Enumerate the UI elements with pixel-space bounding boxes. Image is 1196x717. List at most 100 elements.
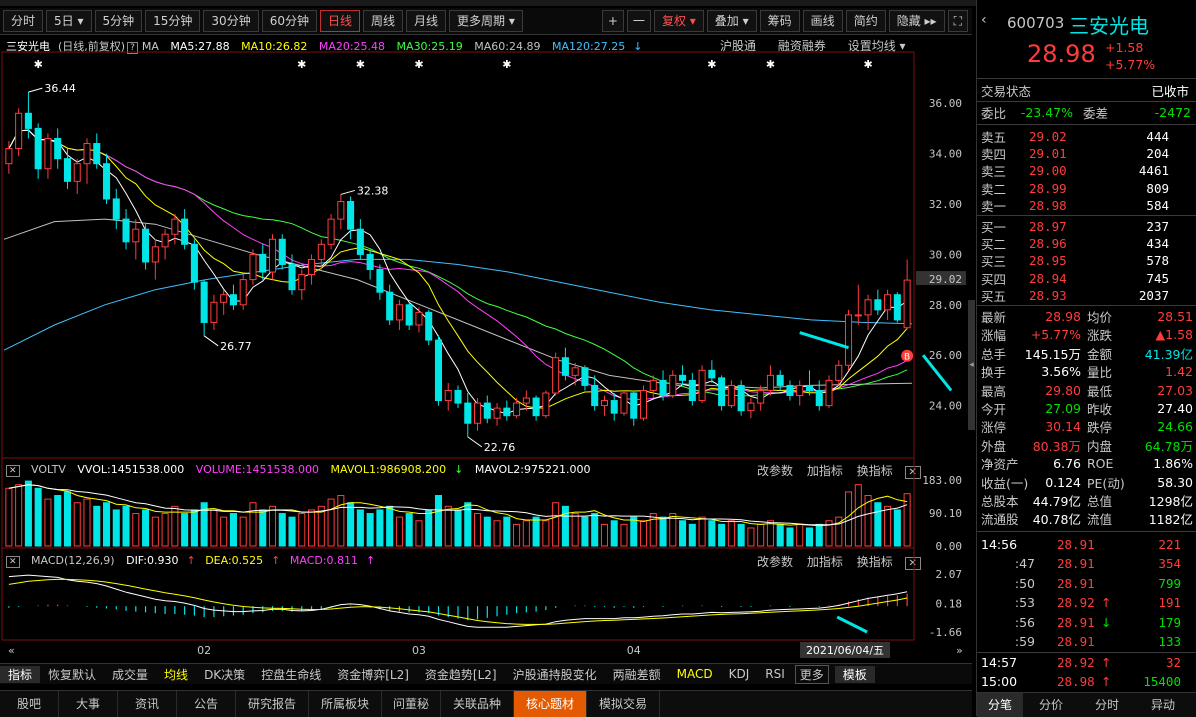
indicator-tab-restore[interactable]: 恢复默认 [40, 666, 104, 683]
stat-label: 总股本 [981, 494, 1019, 509]
extreme-price-label: 32.38 [357, 184, 389, 197]
indicator-tab-rsi[interactable]: RSI [757, 667, 793, 681]
volume-bar [229, 513, 237, 547]
hide-button[interactable]: 隐藏 ▸▸ [888, 10, 945, 32]
indicator-tab-ma[interactable]: 均线 [156, 666, 196, 683]
indicator-tab-kdj[interactable]: KDJ [721, 667, 758, 681]
period-5min[interactable]: 5分钟 [94, 10, 143, 32]
volume-bar [15, 484, 23, 547]
volume-bar [210, 509, 218, 547]
bottom-tab-ask-secretary[interactable]: 问董秘 [382, 691, 441, 717]
candle-body [718, 377, 726, 407]
bid-row[interactable]: 买五 28.93 2037 [981, 287, 1193, 304]
tab-fenbi[interactable]: 分笔 [977, 693, 1023, 717]
period-60min[interactable]: 60分钟 [261, 10, 317, 32]
period-15min[interactable]: 15分钟 [145, 10, 201, 32]
volume-bar [395, 516, 403, 547]
bottom-tab-events[interactable]: 大事 [59, 691, 118, 717]
fullscreen-icon[interactable]: ⛶ [947, 10, 968, 32]
candle-body [688, 379, 696, 402]
hide-label: 隐藏 [896, 14, 921, 28]
bottom-tab-research[interactable]: 研究报告 [236, 691, 309, 717]
indicator-tab-dk[interactable]: DK决策 [196, 666, 253, 683]
period-5day[interactable]: 5日 ▾ [46, 10, 92, 32]
draw-line-button[interactable]: 画线 [802, 10, 843, 32]
divider [977, 215, 1196, 216]
ask-row[interactable]: 卖五 29.02 444 [981, 128, 1193, 145]
candle-body [44, 137, 52, 170]
volume-bar [513, 523, 521, 547]
bottom-tab-bar: 股吧 大事 资讯 公告 研究报告 所属板块 问董秘 关联品种 核心题材 模拟交易 [0, 690, 972, 717]
more-periods-dropdown[interactable]: 更多周期 ▾ [449, 10, 523, 32]
volume-bar [747, 527, 755, 547]
bottom-tab-sim-trade[interactable]: 模拟交易 [587, 691, 660, 717]
tab-yidong[interactable]: 异动 [1135, 693, 1191, 717]
chip-button[interactable]: 筹码 [759, 10, 800, 32]
ask-row[interactable]: 卖一 28.98 584 [981, 197, 1193, 214]
volume-bar [298, 513, 306, 547]
candle-body [591, 384, 599, 407]
bottom-tab-guba[interactable]: 股吧 [0, 691, 59, 717]
stat-label: 最新 [981, 310, 1007, 325]
period-daily[interactable]: 日线 [319, 10, 360, 32]
bottom-tab-related[interactable]: 关联品种 [441, 691, 514, 717]
tick-time: 15:00 [981, 674, 1018, 690]
zoom-in-button[interactable]: + [601, 10, 624, 32]
chart-toolbar: 分时 5日 ▾ 5分钟 15分钟 30分钟 60分钟 日线 周线 月线 更多周期… [0, 8, 972, 35]
stat-row: 净资产 6.76 ROE 1.86% [981, 455, 1193, 472]
period-30min[interactable]: 30分钟 [203, 10, 259, 32]
candle-body [376, 269, 384, 293]
ask-row[interactable]: 卖四 29.01 204 [981, 145, 1193, 162]
panel-back-icon[interactable]: ‹ [981, 12, 995, 32]
volume-bar [73, 502, 81, 547]
tick-time: 14:56 [981, 537, 1018, 552]
indicator-tab-macd[interactable]: MACD [669, 667, 721, 681]
indicator-tab-template[interactable]: 模板 [834, 665, 875, 683]
period-monthly[interactable]: 月线 [406, 10, 447, 32]
stat-row: 收益(一) 0.124 PE(动) 58.30 [981, 474, 1193, 491]
quote-panel: ‹ 600703 三安光电 28.98 +1.58 +5.77% 交易状态 已收… [976, 0, 1196, 717]
period-weekly[interactable]: 周线 [363, 10, 404, 32]
ask-row[interactable]: 卖三 29.00 4461 [981, 162, 1193, 179]
ask-price: 29.00 [1029, 163, 1067, 179]
bottom-tab-announcements[interactable]: 公告 [177, 691, 236, 717]
stat-row: 换手 3.56% 量比 1.42 [981, 363, 1193, 380]
volume-bar [347, 502, 355, 547]
stock-code: 600703 [1007, 14, 1065, 32]
indicator-tab-margin-diff[interactable]: 两融差额 [605, 666, 669, 683]
bottom-tab-sectors[interactable]: 所属板块 [309, 691, 382, 717]
bottom-tab-news[interactable]: 资讯 [118, 691, 177, 717]
indicator-tab-volume[interactable]: 成交量 [104, 666, 156, 683]
indicator-tab-lifeline[interactable]: 控盘生命线 [253, 666, 329, 683]
overlay-dropdown[interactable]: 叠加 ▾ [706, 10, 757, 32]
indicator-tab-zhibiao[interactable]: 指标 [0, 665, 41, 683]
ask-row[interactable]: 卖二 28.99 809 [981, 180, 1193, 197]
price-tick-label: 30.00 [929, 248, 962, 261]
bid-row[interactable]: 买二 28.96 434 [981, 235, 1193, 252]
simple-mode-button[interactable]: 简约 [845, 10, 886, 32]
tab-fenshi[interactable]: 分时 [1079, 693, 1135, 717]
candle-body [884, 294, 892, 311]
indicator-tab-more[interactable]: 更多 [794, 664, 829, 684]
indicator-tab-hk-holding[interactable]: 沪股通持股变化 [505, 666, 605, 683]
bid-row[interactable]: 买三 28.95 578 [981, 252, 1193, 269]
period-fenshi[interactable]: 分时 [3, 10, 44, 32]
volume-bar [766, 520, 774, 547]
candle-body [679, 374, 687, 381]
bottom-tab-core-themes[interactable]: 核心题材 [514, 691, 587, 717]
panel-toggle-handle[interactable]: ◂ [968, 300, 975, 430]
bid-label: 买五 [981, 288, 1007, 304]
bid-price: 28.96 [1029, 236, 1067, 252]
volume-bar [571, 513, 579, 547]
bid-row[interactable]: 买四 28.94 745 [981, 270, 1193, 287]
extreme-pointer [28, 87, 43, 93]
tab-fenjia[interactable]: 分价 [1023, 693, 1079, 717]
bid-row[interactable]: 买一 28.97 237 [981, 218, 1193, 235]
indicator-tab-fund-trend[interactable]: 资金趋势[L2] [417, 666, 505, 683]
fuquan-dropdown[interactable]: 复权 ▾ [653, 10, 704, 32]
indicator-tab-fund-game[interactable]: 资金博弈[L2] [329, 666, 417, 683]
tick-volume: 133 [1158, 634, 1181, 649]
stat-label: 最低 [1087, 383, 1113, 399]
zoom-out-button[interactable]: 一 [626, 10, 651, 32]
kline-chart-area[interactable]: 三安光电 (日线,前复权)? MA MA5:27.88 MA10:26.82 MA2… [0, 34, 972, 660]
